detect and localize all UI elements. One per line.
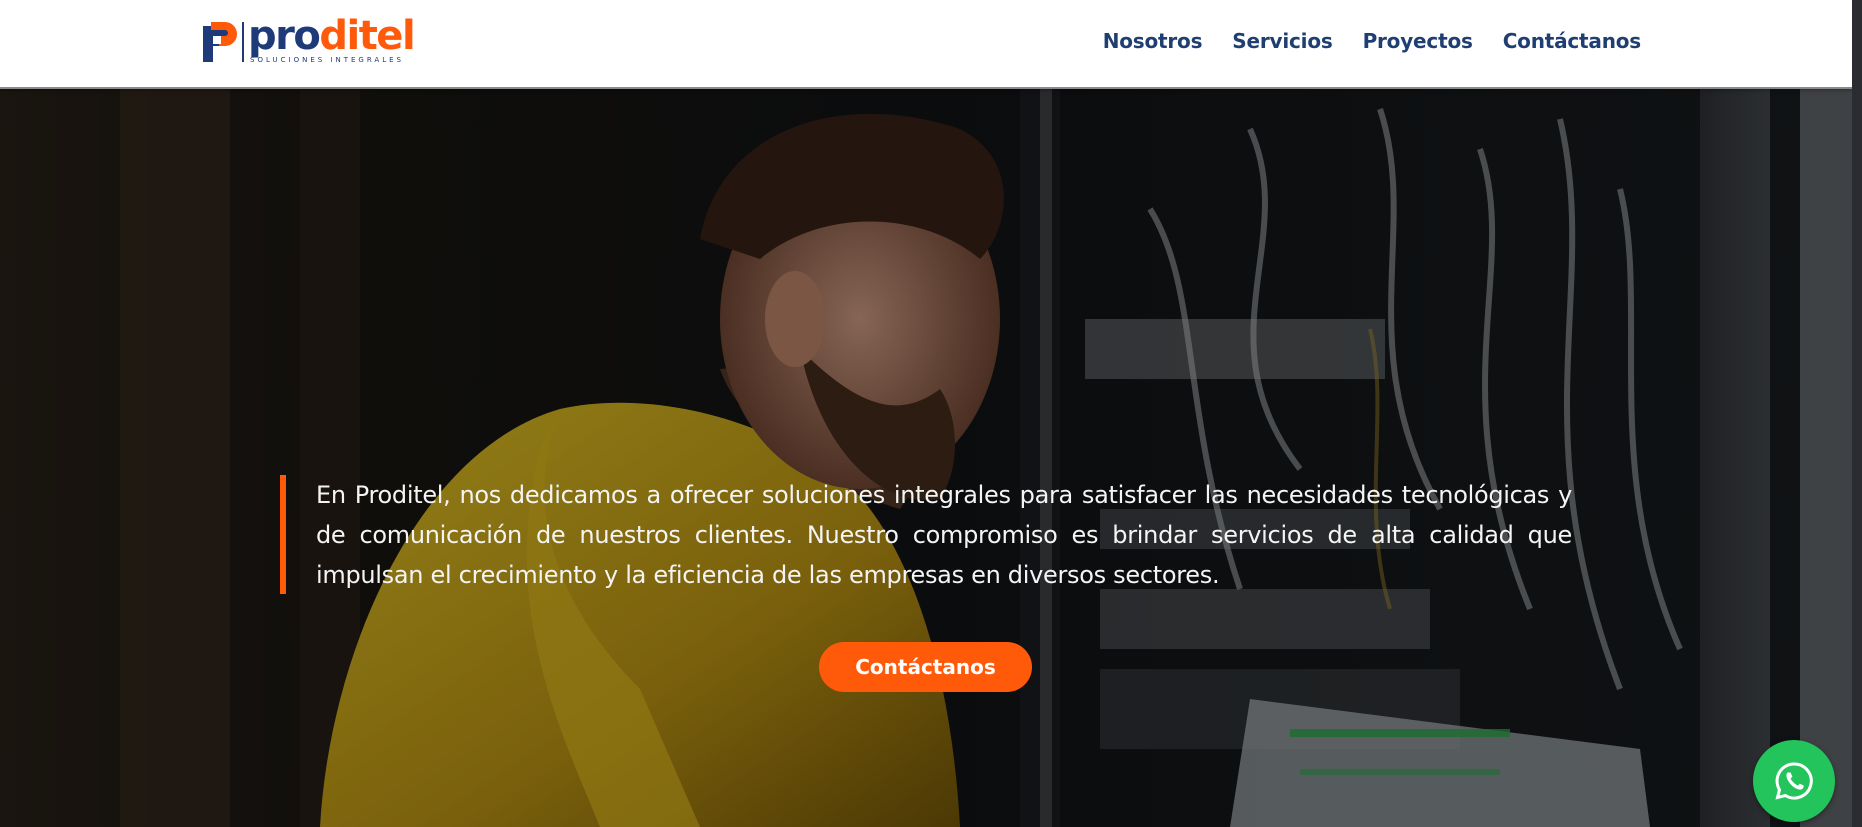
logo-mark-icon: [203, 22, 237, 62]
logo-wordmark: proditel: [248, 13, 416, 59]
nav-item-nosotros[interactable]: Nosotros: [1103, 29, 1203, 53]
hero-description: En Proditel, nos dedicamos a ofrecer sol…: [280, 475, 1572, 595]
nav-item-servicios[interactable]: Servicios: [1232, 29, 1332, 53]
whatsapp-icon: [1775, 762, 1813, 800]
scrollbar[interactable]: [1852, 0, 1862, 827]
logo-text: proditel SOLUCIONES INTEGRALES: [248, 16, 416, 64]
hero-overlay: [0, 89, 1852, 827]
whatsapp-button[interactable]: [1753, 740, 1835, 822]
nav-item-proyectos[interactable]: Proyectos: [1363, 29, 1473, 53]
nav-item-contactanos[interactable]: Contáctanos: [1503, 29, 1642, 53]
logo-word-ditel: ditel: [319, 13, 415, 59]
logo-word-pro: pro: [248, 13, 321, 59]
logo[interactable]: proditel SOLUCIONES INTEGRALES: [199, 16, 416, 66]
logo-tagline: SOLUCIONES INTEGRALES: [250, 56, 404, 64]
hero-text: En Proditel, nos dedicamos a ofrecer sol…: [316, 481, 1572, 589]
main-nav: Nosotros Servicios Proyectos Contáctanos: [1073, 29, 1642, 53]
site-header: proditel SOLUCIONES INTEGRALES Nosotros …: [0, 0, 1852, 87]
logo-divider: [242, 22, 244, 62]
contact-cta-button[interactable]: Contáctanos: [819, 642, 1032, 692]
hero-section: [0, 89, 1852, 827]
